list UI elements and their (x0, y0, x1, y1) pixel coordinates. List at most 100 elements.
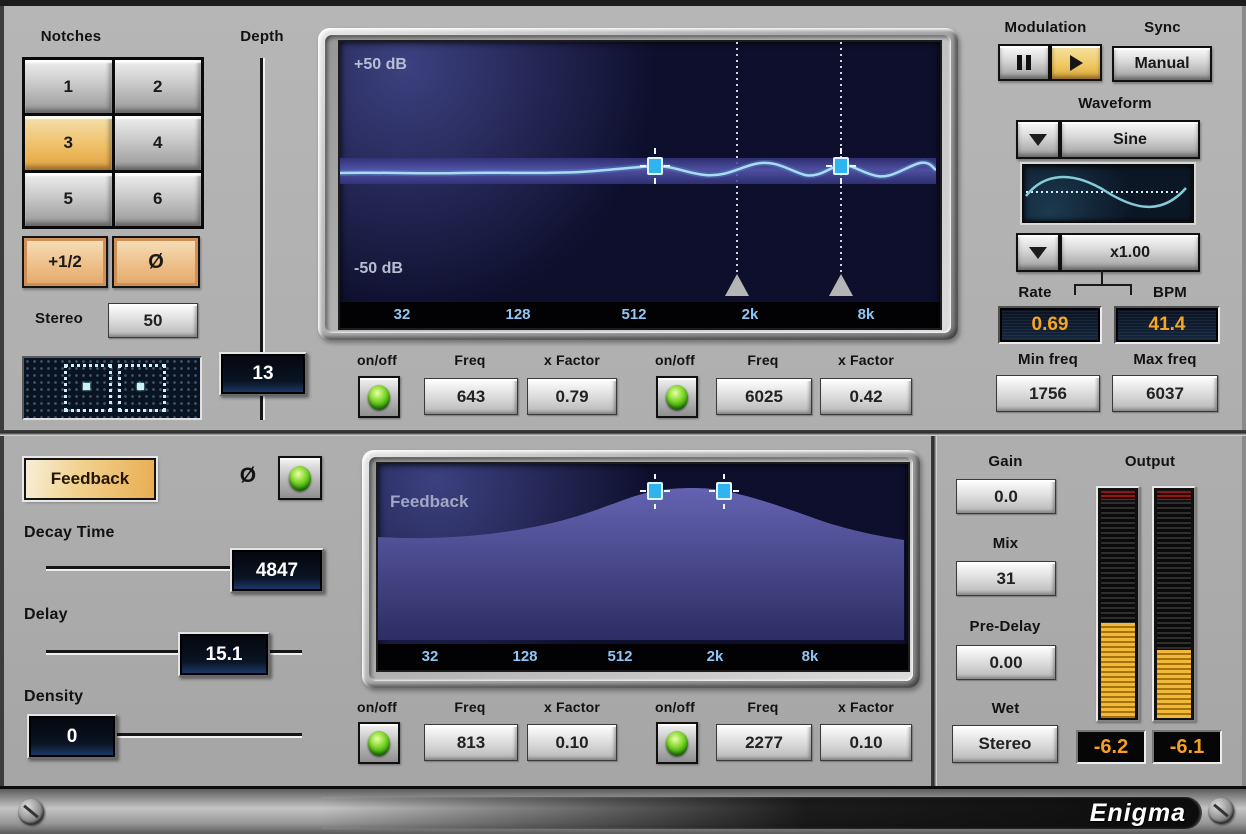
density-slider-handle[interactable]: 0 (27, 714, 117, 759)
onoff-label: on/off (635, 352, 715, 368)
brand-strip: Enigma (322, 797, 1202, 829)
stereo-left-square-icon (64, 364, 112, 412)
clip-led-icon (1101, 491, 1135, 500)
onoff-label: on/off (337, 699, 417, 715)
gain-field[interactable]: 0.0 (956, 479, 1056, 514)
axis-tick: 32 (394, 306, 411, 323)
stereo-label: Stereo (14, 310, 104, 327)
delay-label: Delay (24, 606, 94, 624)
xfactor-label: x Factor (532, 699, 612, 715)
multiplier-dropdown-button[interactable] (1016, 233, 1060, 272)
notch-button-1[interactable]: 1 (25, 60, 112, 113)
chevron-down-icon (1029, 247, 1047, 259)
axis-tick: 2k (707, 648, 724, 665)
rate-multiplier-button[interactable]: x1.00 (1060, 233, 1200, 272)
depth-label: Depth (222, 28, 302, 45)
decay-time-slider-handle[interactable]: 4847 (230, 548, 324, 593)
screw-icon (18, 799, 44, 825)
freq-label: Freq (430, 352, 510, 368)
sync-mode-button[interactable]: Manual (1112, 46, 1212, 82)
waveform-dropdown-button[interactable] (1016, 120, 1060, 159)
waveform-preview-screen (1022, 164, 1194, 223)
feedback-onoff-button[interactable] (278, 456, 322, 500)
notch1-onoff-button[interactable] (358, 376, 400, 418)
sync-label: Sync (1115, 19, 1210, 36)
freq-axis: 32 128 512 2k 8k (378, 644, 908, 670)
clip-led-icon (1157, 491, 1191, 500)
axis-tick: 512 (607, 648, 632, 665)
freq-axis: 32 128 512 2k 8k (340, 302, 940, 328)
min-freq-field[interactable]: 1756 (996, 375, 1100, 412)
green-led-icon (368, 385, 390, 410)
fb-notch1-xfactor-field[interactable]: 0.10 (527, 724, 617, 761)
axis-tick: 512 (621, 306, 646, 323)
stereo-width-field[interactable]: 50 (108, 303, 198, 338)
modulation-play-button[interactable] (1050, 44, 1102, 81)
section-divider (0, 430, 1246, 436)
axis-tick: 128 (512, 648, 537, 665)
axis-tick: 2k (742, 306, 759, 323)
axis-tick: 8k (858, 306, 875, 323)
notch1-xfactor-field[interactable]: 0.79 (527, 378, 617, 415)
fb-notch2-xfactor-field[interactable]: 0.10 (820, 724, 912, 761)
output-left-readout: -6.2 (1076, 730, 1146, 764)
delay-slider-handle[interactable]: 15.1 (178, 632, 270, 677)
notch2-xfactor-field[interactable]: 0.42 (820, 378, 912, 415)
output-meter-left (1096, 486, 1140, 722)
max-freq-field[interactable]: 6037 (1112, 375, 1218, 412)
stereo-right-square-icon (118, 364, 166, 412)
rate-value-display[interactable]: 0.69 (998, 306, 1102, 344)
notch2-onoff-button[interactable] (656, 376, 698, 418)
notch2-freq-field[interactable]: 6025 (716, 378, 812, 415)
db-min-label: -50 dB (354, 260, 403, 278)
pre-delay-label: Pre-Delay (950, 618, 1060, 635)
pre-delay-field[interactable]: 0.00 (956, 645, 1056, 680)
modulation-label: Modulation (988, 19, 1103, 36)
notch-button-6[interactable]: 6 (115, 173, 202, 226)
output-right-readout: -6.1 (1152, 730, 1222, 764)
gain-label: Gain (958, 453, 1053, 470)
enigma-plugin-window: Notches 1 2 3 4 5 6 +1/2 Ø Stereo 50 Dep… (0, 0, 1246, 834)
waveform-shape-button[interactable]: Sine (1060, 120, 1200, 159)
feedback-display-screen[interactable]: Feedback 32 128 512 2k 8k (376, 462, 910, 672)
notch-button-4[interactable]: 4 (115, 116, 202, 169)
green-led-icon (666, 731, 688, 756)
notch-button-3-selected[interactable]: 3 (25, 116, 112, 169)
axis-tick: 8k (802, 648, 819, 665)
modulation-pause-button[interactable] (998, 44, 1050, 81)
freq-label: Freq (430, 699, 510, 715)
section-divider (931, 436, 937, 786)
bpm-label: BPM (1135, 284, 1205, 301)
green-led-icon (289, 466, 311, 491)
mix-field[interactable]: 31 (956, 561, 1056, 596)
phase-button[interactable]: Ø (112, 236, 200, 288)
notch-button-2[interactable]: 2 (115, 60, 202, 113)
wet-mode-button[interactable]: Stereo (952, 725, 1058, 763)
max-freq-label: Max freq (1114, 351, 1216, 368)
db-max-label: +50 dB (354, 56, 407, 74)
fb-notch2-freq-field[interactable]: 2277 (716, 724, 812, 761)
screw-icon (1208, 798, 1234, 824)
waveform-label: Waveform (1050, 95, 1180, 112)
decay-time-label: Decay Time (24, 524, 134, 542)
feedback-phase-label: Ø (228, 464, 268, 488)
depth-slider-handle[interactable]: 13 (219, 352, 307, 396)
fb-notch1-freq-field[interactable]: 813 (424, 724, 518, 761)
notches-label: Notches (16, 28, 126, 45)
wet-label: Wet (958, 700, 1053, 717)
modulation-display-screen[interactable]: +50 dB -50 dB 32 128 512 2k 8k (338, 40, 942, 330)
notch1-freq-field[interactable]: 643 (424, 378, 518, 415)
plus-half-button[interactable]: +1/2 (22, 236, 108, 288)
fb-notch1-onoff-button[interactable] (358, 722, 400, 764)
feedback-curve-graphic (378, 464, 904, 640)
notch-button-5[interactable]: 5 (25, 173, 112, 226)
pause-icon (1017, 55, 1031, 70)
onoff-label: on/off (337, 352, 417, 368)
freq-label: Freq (723, 699, 803, 715)
feedback-mode-button[interactable]: Feedback (24, 458, 156, 500)
rate-bpm-link-icon (1074, 284, 1132, 295)
bpm-value-display[interactable]: 41.4 (1114, 306, 1220, 344)
onoff-label: on/off (635, 699, 715, 715)
sine-wave-icon (1024, 166, 1188, 217)
fb-notch2-onoff-button[interactable] (656, 722, 698, 764)
